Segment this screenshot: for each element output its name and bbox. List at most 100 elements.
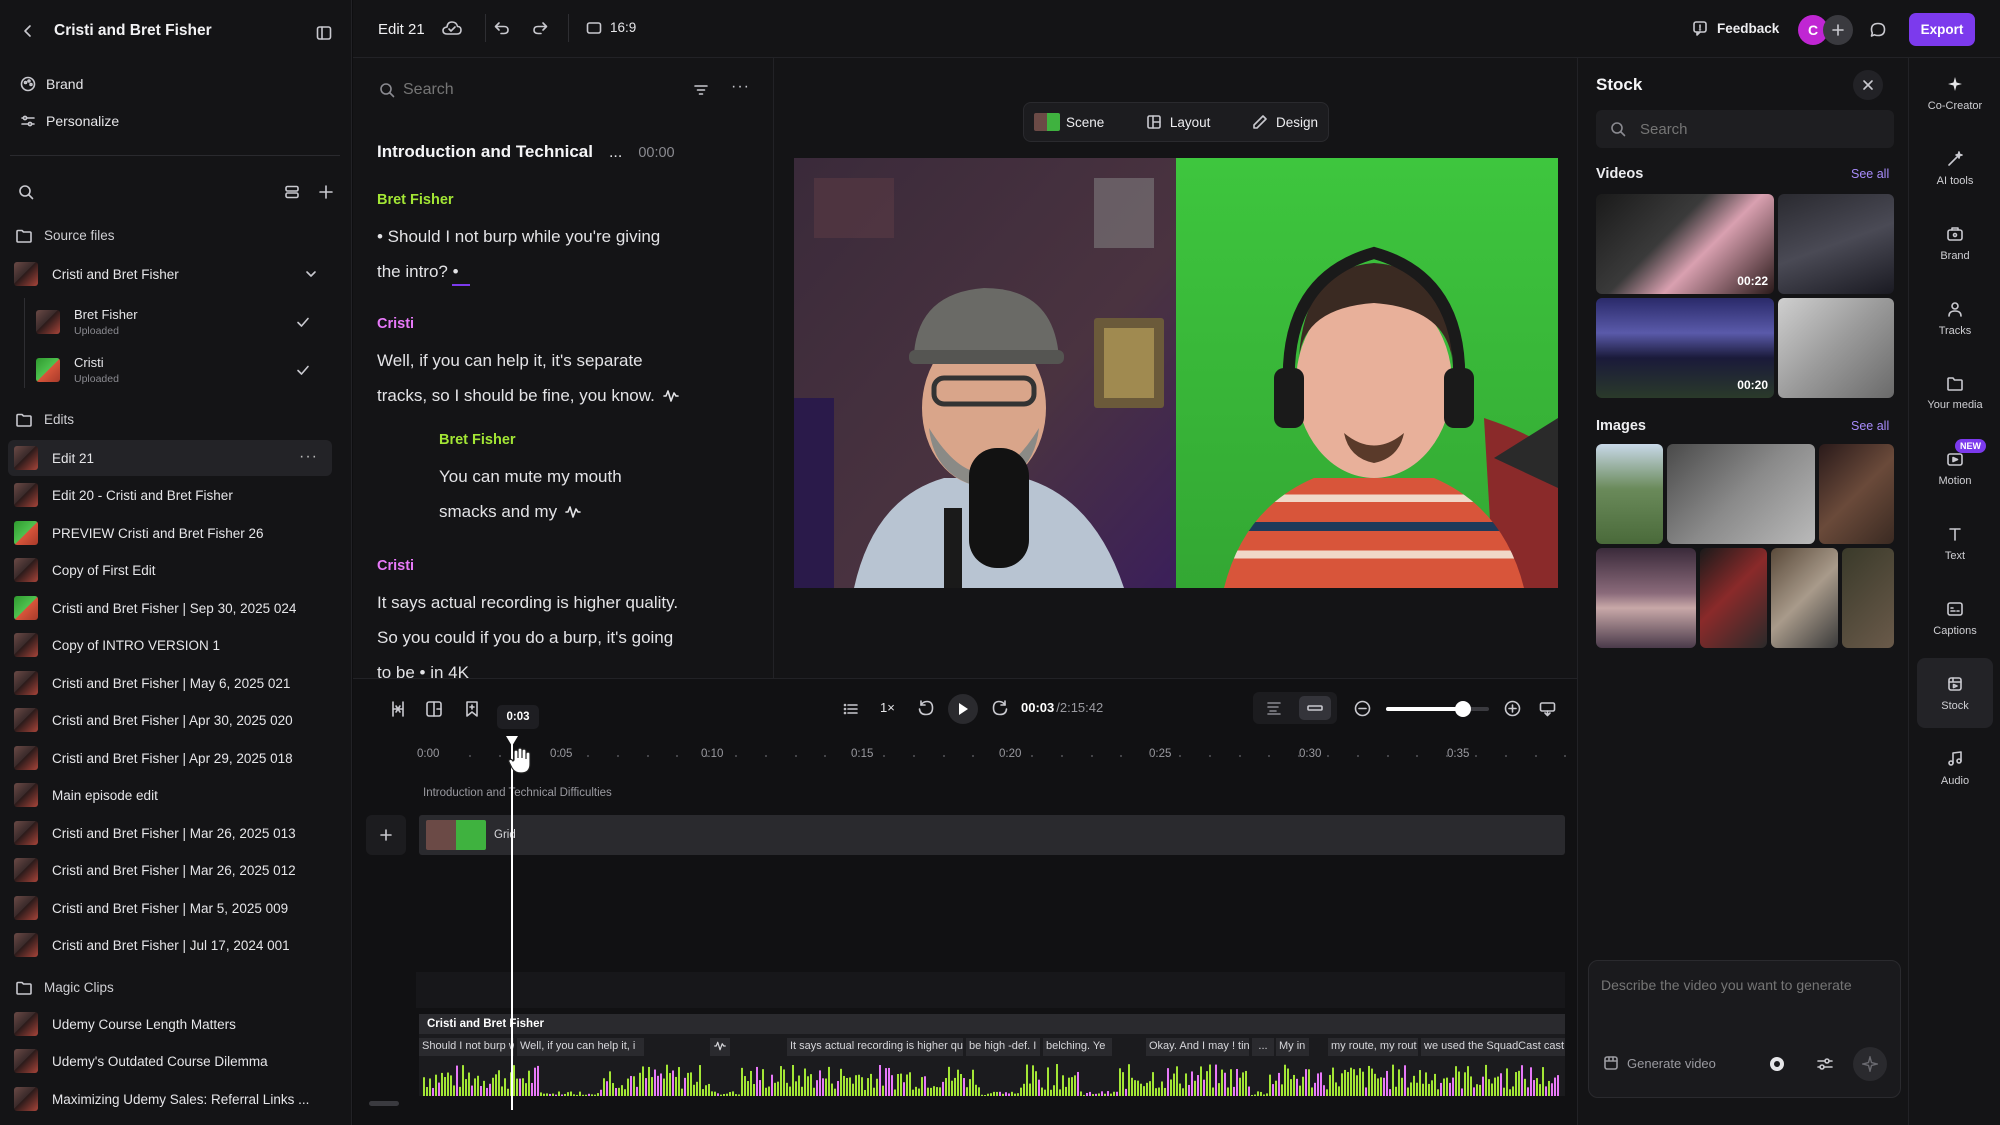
speaker-label[interactable]: Cristi — [377, 316, 414, 332]
time-ruler[interactable] — [417, 745, 1565, 763]
layout-track[interactable] — [419, 815, 1565, 855]
model-icon[interactable] — [1768, 1055, 1786, 1073]
transcript-chunk[interactable]: It says actual recording is higher qu — [787, 1038, 963, 1056]
edit-item[interactable]: Cristi and Bret Fisher | May 6, 2025 021 — [8, 665, 332, 701]
edits-folder[interactable]: Edits — [16, 412, 74, 427]
wrap-icon[interactable] — [1259, 696, 1289, 720]
playback-speed[interactable]: 1× — [880, 700, 895, 715]
fit-timeline-icon[interactable] — [1539, 700, 1556, 717]
magic-clip-item[interactable]: Udemy's Outdated Course Dilemma — [8, 1043, 332, 1079]
magic-clips-folder[interactable]: Magic Clips — [16, 980, 114, 995]
source-group[interactable]: Cristi and Bret Fisher — [8, 256, 332, 292]
back-icon[interactable] — [20, 23, 36, 39]
aspect-ratio-button[interactable]: 16:9 — [586, 20, 636, 35]
transcript-search-input[interactable] — [403, 76, 653, 104]
transcript-chunk[interactable]: my route, my rout — [1328, 1038, 1418, 1056]
rail-text[interactable]: Text — [1917, 508, 1993, 578]
stock-video-tile[interactable] — [1778, 194, 1894, 294]
transcript-paragraph[interactable]: Well, if you can help it, it's separate … — [377, 343, 679, 413]
transcript-chunk[interactable]: My in — [1276, 1038, 1309, 1056]
more-icon[interactable]: ··· — [299, 448, 318, 466]
generate-submit-button[interactable] — [1853, 1047, 1887, 1081]
invite-button[interactable] — [1823, 15, 1853, 45]
brand-nav[interactable]: Brand — [20, 69, 83, 99]
design-tab[interactable]: Design — [1252, 114, 1318, 130]
edit-item[interactable]: Cristi and Bret Fisher | Apr 30, 2025 02… — [8, 702, 332, 738]
more-icon[interactable]: ··· — [731, 78, 750, 96]
stock-video-tile[interactable]: 00:22 — [1596, 194, 1774, 294]
source-item[interactable]: Bret Fisher Uploaded — [30, 302, 322, 342]
chevron-down-icon[interactable] — [304, 267, 318, 281]
transcript-chunk[interactable]: ... — [1252, 1038, 1274, 1056]
split-icon[interactable] — [425, 700, 443, 718]
section-more[interactable]: ... — [609, 144, 622, 162]
list-icon[interactable] — [843, 701, 859, 717]
play-button[interactable] — [948, 694, 978, 724]
edit-item[interactable]: Cristi and Bret Fisher | Jul 17, 2024 00… — [8, 927, 332, 963]
transcript-paragraph[interactable]: • Should I not burp while you're giving … — [377, 219, 660, 289]
edit-item[interactable]: Cristi and Bret Fisher | Mar 26, 2025 01… — [8, 852, 332, 888]
speaker-label[interactable]: Bret Fisher — [377, 192, 454, 208]
edit-item[interactable]: Main episode edit — [8, 777, 332, 813]
transcript-chunk[interactable]: we used the SquadCast cast — [1421, 1038, 1565, 1056]
stock-search[interactable] — [1596, 110, 1894, 148]
audio-gap-icon[interactable] — [710, 1038, 730, 1056]
close-button[interactable] — [1853, 70, 1883, 100]
comment-icon[interactable] — [1869, 21, 1887, 39]
stock-search-input[interactable] — [1640, 120, 1880, 138]
layout-tab[interactable]: Layout — [1146, 114, 1210, 130]
export-button[interactable]: Export — [1909, 13, 1975, 46]
stock-image-tile[interactable] — [1819, 444, 1894, 544]
stock-image-tile[interactable] — [1771, 548, 1838, 648]
timeline-scrollbar[interactable] — [369, 1101, 399, 1106]
zoom-out-icon[interactable] — [1354, 700, 1371, 717]
rail-captions[interactable]: Captions — [1917, 583, 1993, 653]
source-item[interactable]: Cristi Uploaded — [30, 350, 322, 390]
bookmark-icon[interactable] — [463, 700, 481, 718]
playhead[interactable] — [511, 737, 513, 1110]
compact-icon[interactable] — [1299, 696, 1331, 720]
transcript-paragraph[interactable]: You can mute my mouth smacks and my — [439, 459, 622, 529]
stock-image-tile[interactable] — [1596, 444, 1663, 544]
scene-label[interactable]: Introduction and Technical Difficulties — [423, 787, 612, 799]
rail-ai-tools[interactable]: AI tools — [1917, 133, 1993, 203]
empty-track[interactable] — [416, 972, 1565, 1008]
filter-icon[interactable] — [693, 82, 709, 98]
rail-audio[interactable]: Audio — [1917, 733, 1993, 803]
rewind-5-icon[interactable] — [917, 699, 935, 717]
transcript-paragraph[interactable]: It says actual recording is higher quali… — [377, 585, 678, 678]
stock-image-tile[interactable] — [1667, 444, 1815, 544]
stock-image-tile[interactable] — [1700, 548, 1767, 648]
stock-image-tile[interactable] — [1842, 548, 1894, 648]
magic-clip-item[interactable]: Udemy Course Length Matters — [8, 1006, 332, 1042]
videos-see-all-link[interactable]: See all — [1851, 167, 1889, 181]
edit-name[interactable]: Edit 21 — [378, 21, 425, 38]
feedback-button[interactable]: Feedback — [1692, 20, 1779, 36]
transcript-chunk[interactable]: Well, if you can help it, i — [517, 1038, 644, 1056]
speaker-label[interactable]: Cristi — [377, 558, 414, 574]
generate-video-button[interactable]: Generate video — [1603, 1055, 1716, 1071]
settings-sliders-icon[interactable] — [1816, 1056, 1834, 1072]
rail-co-creator[interactable]: Co-Creator — [1917, 58, 1993, 128]
trim-icon[interactable] — [389, 700, 407, 718]
edit-item[interactable]: Edit 20 - Cristi and Bret Fisher — [8, 477, 332, 513]
edit-item[interactable]: Cristi and Bret Fisher | Apr 29, 2025 01… — [8, 740, 332, 776]
zoom-slider[interactable] — [1386, 701, 1489, 717]
rail-brand[interactable]: Brand — [1917, 208, 1993, 278]
stock-video-tile[interactable] — [1778, 298, 1894, 398]
images-see-all-link[interactable]: See all — [1851, 419, 1889, 433]
transcript-chunk[interactable]: Should I not burp wh — [419, 1038, 514, 1056]
forward-5-icon[interactable] — [991, 699, 1009, 717]
transcript-chunk[interactable]: Okay. And I may ! tin — [1146, 1038, 1249, 1056]
scene-tab[interactable]: Scene — [1034, 113, 1104, 131]
stock-image-tile[interactable] — [1596, 548, 1696, 648]
rail-your-media[interactable]: Your media — [1917, 358, 1993, 428]
edit-item[interactable]: Copy of First Edit — [8, 552, 332, 588]
personalize-nav[interactable]: Personalize — [20, 106, 119, 136]
edit-item[interactable]: Copy of INTRO VERSION 1 — [8, 627, 332, 663]
section-title[interactable]: Introduction and Technical — [377, 142, 593, 162]
collapse-sidebar-icon[interactable] — [316, 25, 332, 41]
transcript-chunk[interactable]: belching. Ye — [1043, 1038, 1112, 1056]
edit-item[interactable]: Cristi and Bret Fisher | Mar 5, 2025 009 — [8, 890, 332, 926]
add-track-button[interactable] — [366, 815, 406, 855]
